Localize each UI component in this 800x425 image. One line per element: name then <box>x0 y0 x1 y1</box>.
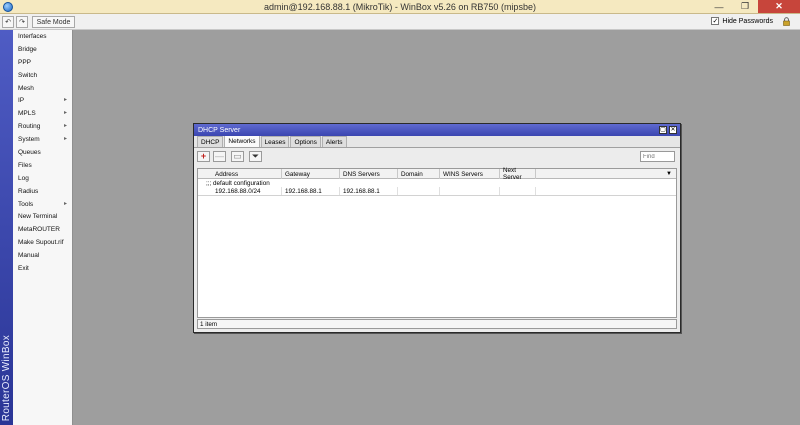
redo-button[interactable]: ↷ <box>16 16 28 28</box>
sidebar-item-label: Files <box>18 161 32 169</box>
submenu-arrow-icon: ▸ <box>63 123 67 130</box>
sidebar-item-files[interactable]: Files <box>13 159 72 172</box>
sidebar-item-label: Exit <box>18 264 29 272</box>
sidebar-item-label: Queues <box>18 148 41 156</box>
comment-button[interactable]: ▭ <box>231 151 244 162</box>
table-row[interactable]: 192.168.88.0/24 192.168.88.1 192.168.88.1 <box>198 187 676 196</box>
close-button[interactable]: ✕ <box>758 0 800 13</box>
main-toolbar: ↶ ↷ Safe Mode ✓ Hide Passwords <box>0 14 800 30</box>
column-header-address[interactable]: Address <box>212 169 282 179</box>
sidebar-item-ppp[interactable]: PPP <box>13 56 72 69</box>
sidebar-item-label: New Terminal <box>18 213 58 221</box>
brand-text: RouterOS WinBox <box>1 334 12 421</box>
tab-options[interactable]: Options <box>290 136 321 147</box>
submenu-arrow-icon: ▸ <box>63 200 67 207</box>
sidebar-item-make-supout-rif[interactable]: Make Supout.rif <box>13 236 72 249</box>
sidebar-item-label: Make Supout.rif <box>18 239 64 247</box>
safe-mode-button[interactable]: Safe Mode <box>32 16 75 28</box>
add-button[interactable]: + <box>197 151 210 162</box>
sidebar-item-label: System <box>18 136 40 144</box>
dialog-title-bar[interactable]: DHCP Server ▢ ✕ <box>194 124 680 136</box>
dialog-close-button[interactable]: ✕ <box>669 126 677 134</box>
sidebar-item-tools[interactable]: Tools ▸ <box>13 198 72 211</box>
column-header-domain[interactable]: Domain <box>398 169 440 179</box>
cell-wins <box>440 187 500 195</box>
cell-domain <box>398 187 440 195</box>
status-bar: 1 item <box>197 319 677 329</box>
cell-address: 192.168.88.0/24 <box>212 187 282 195</box>
hide-passwords-toggle[interactable]: ✓ Hide Passwords <box>711 17 773 25</box>
tab-dhcp[interactable]: DHCP <box>197 136 224 147</box>
tab-networks[interactable]: Networks <box>224 135 260 147</box>
dialog-title: DHCP Server <box>198 126 241 134</box>
item-count: 1 item <box>200 320 218 328</box>
submenu-arrow-icon: ▸ <box>63 97 67 104</box>
group-comment: ;;; default configuration <box>206 179 270 187</box>
lock-icon <box>783 17 790 26</box>
window-title: admin@192.168.88.1 (MikroTik) - WinBox v… <box>264 2 536 12</box>
sidebar-item-label: Mesh <box>18 84 34 92</box>
networks-table: Address Gateway DNS Servers Domain WINS Serv… <box>197 167 677 318</box>
cell-gateway: 192.168.88.1 <box>282 187 340 195</box>
sidebar-item-label: Manual <box>18 252 40 260</box>
sidebar-item-metarouter[interactable]: MetaROUTER <box>13 223 72 236</box>
sidebar-item-label: IP <box>18 97 25 105</box>
undo-button[interactable]: ↶ <box>2 16 14 28</box>
hide-passwords-label: Hide Passwords <box>722 17 773 25</box>
brand-strip: RouterOS WinBox <box>0 30 13 425</box>
sidebar-item-mpls[interactable]: MPLS ▸ <box>13 107 72 120</box>
sidebar-item-label: Interfaces <box>18 32 47 40</box>
sidebar-item-queues[interactable]: Queues <box>13 146 72 159</box>
sidebar-item-label: Radius <box>18 187 39 195</box>
sidebar-item-manual[interactable]: Manual <box>13 249 72 262</box>
dialog-tabs: DHCP Networks Leases Options Alerts <box>194 135 680 148</box>
minimize-button[interactable]: — <box>706 0 732 13</box>
sidebar-item-routing[interactable]: Routing ▸ <box>13 120 72 133</box>
submenu-arrow-icon: ▸ <box>63 110 67 117</box>
table-header: Address Gateway DNS Servers Domain WINS Serv… <box>198 167 676 181</box>
sidebar-item-new-terminal[interactable]: New Terminal <box>13 210 72 223</box>
sidebar-item-exit[interactable]: Exit <box>13 262 72 275</box>
sidebar-item-log[interactable]: Log <box>13 172 72 185</box>
sidebar-item-bridge[interactable]: Bridge <box>13 43 72 56</box>
sidebar-item-label: MetaROUTER <box>18 226 60 234</box>
maximize-button[interactable]: ❐ <box>732 0 758 13</box>
filter-button[interactable]: ⏷ <box>249 151 262 162</box>
sidebar-item-label: Routing <box>18 123 41 131</box>
find-input[interactable] <box>640 151 675 162</box>
dialog-restore-button[interactable]: ▢ <box>659 126 667 134</box>
sidebar-item-switch[interactable]: Switch <box>13 69 72 82</box>
title-bar: admin@192.168.88.1 (MikroTik) - WinBox v… <box>0 0 800 14</box>
tab-leases[interactable]: Leases <box>260 136 290 147</box>
column-chooser-icon[interactable]: ▼ <box>664 169 676 179</box>
table-body: 192.168.88.0/24 192.168.88.1 192.168.88.1 <box>198 187 676 196</box>
sidebar-item-ip[interactable]: IP ▸ <box>13 94 72 107</box>
sidebar-menu: Interfaces Bridge PPP Switch Mesh IP ▸ MPLS ▸ Rou… <box>13 30 73 425</box>
remove-button[interactable]: — <box>213 151 226 162</box>
submenu-arrow-icon: ▸ <box>63 136 67 143</box>
tab-alerts[interactable]: Alerts <box>321 136 347 147</box>
sidebar-item-label: PPP <box>18 58 32 66</box>
dialog-toolbar: + — ▭ ⏷ <box>194 148 680 165</box>
dhcp-server-window: DHCP Server ▢ ✕ DHCP Networks Leases Option… <box>193 123 681 333</box>
sidebar-item-label: MPLS <box>18 110 36 118</box>
sidebar-item-radius[interactable]: Radius <box>13 185 72 198</box>
sidebar-item-system[interactable]: System ▸ <box>13 133 72 146</box>
cell-next-server <box>500 187 536 195</box>
sidebar-item-interfaces[interactable]: Interfaces <box>13 30 72 43</box>
column-header-dns-servers[interactable]: DNS Servers <box>340 169 398 179</box>
sidebar-item-label: Tools <box>18 200 34 208</box>
window-controls: — ❐ ✕ <box>706 0 800 13</box>
sidebar-item-label: Log <box>18 174 29 182</box>
column-header-next-server[interactable]: Next Server <box>500 167 536 181</box>
cell-dns: 192.168.88.1 <box>340 187 398 195</box>
hide-passwords-checkbox[interactable]: ✓ <box>711 17 720 25</box>
sidebar-item-label: Switch <box>18 71 38 79</box>
column-header-wins-servers[interactable]: WINS Servers <box>440 169 500 179</box>
sidebar-item-mesh[interactable]: Mesh <box>13 82 72 95</box>
column-header-gateway[interactable]: Gateway <box>282 169 340 179</box>
sidebar-item-label: Bridge <box>18 45 37 53</box>
